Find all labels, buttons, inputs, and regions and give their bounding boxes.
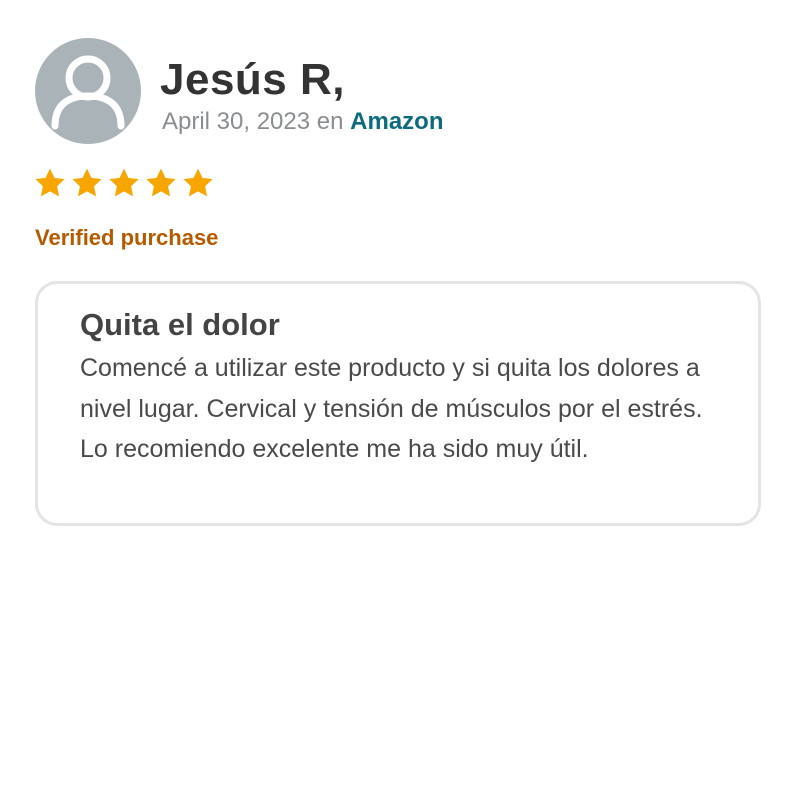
- star-icon: [72, 168, 102, 197]
- review-title: Quita el dolor: [80, 307, 280, 342]
- star-rating: [33, 166, 215, 200]
- review-body: Comencé a utilizar este producto y si qu…: [80, 354, 703, 463]
- star-icon: [109, 168, 139, 197]
- user-avatar-icon: [35, 38, 141, 144]
- star-icon: [35, 168, 65, 197]
- source-link[interactable]: Amazon: [350, 108, 443, 135]
- review-card: Quita el dolor Comencé a utilizar este p…: [35, 281, 761, 526]
- review-page: Jesús R, April 30, 2023 en Amazon Verifi…: [0, 0, 800, 800]
- star-icon: [183, 168, 213, 197]
- source-prefix: en: [316, 108, 344, 135]
- reviewer-name: Jesús R,: [160, 55, 345, 104]
- star-icon: [146, 168, 176, 197]
- review-date: April 30, 2023: [162, 108, 311, 135]
- verified-purchase-badge: Verified purchase: [35, 225, 219, 250]
- review-meta: April 30, 2023 en Amazon: [162, 106, 444, 138]
